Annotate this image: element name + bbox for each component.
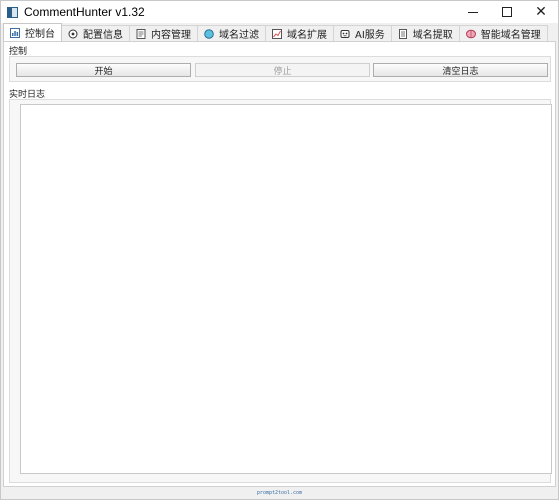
tab-domain-expand[interactable]: 域名扩展 — [265, 25, 334, 41]
tab-smart-domain[interactable]: 智能域名管理 — [458, 25, 548, 41]
tab-label: 域名提取 — [412, 30, 453, 41]
app-window: CommentHunter v1.32 ✕ 控制台 配置信息 内容管理 域名过滤… — [0, 0, 559, 500]
chart-icon — [272, 28, 282, 39]
title-bar[interactable]: CommentHunter v1.32 ✕ — [1, 1, 558, 23]
log-textarea[interactable] — [20, 104, 552, 474]
tab-label: 智能域名管理 — [480, 30, 541, 41]
tab-ai-service[interactable]: AI服务 — [333, 25, 392, 41]
stop-button[interactable]: 停止 — [195, 63, 370, 77]
console-panel: 控制 开始 停止 清空日志 实时日志 — [3, 41, 556, 487]
status-bar: prompt2tool.com — [1, 487, 558, 499]
control-group: 开始 停止 清空日志 — [9, 56, 551, 82]
tab-label: 控制台 — [25, 29, 55, 40]
tab-label: AI服务 — [355, 30, 385, 41]
maximize-icon — [502, 7, 512, 17]
tab-content[interactable]: 内容管理 — [129, 25, 198, 41]
globe-icon — [204, 28, 214, 39]
tab-label: 内容管理 — [151, 30, 191, 41]
tab-label: 域名扩展 — [287, 30, 327, 41]
tab-label: 域名过滤 — [219, 30, 259, 41]
dashboard-icon — [10, 27, 20, 38]
robot-icon — [340, 29, 350, 39]
minimize-icon — [468, 11, 478, 13]
tab-domain-extract[interactable]: 域名提取 — [390, 25, 460, 41]
tab-console[interactable]: 控制台 — [3, 23, 62, 41]
tab-label: 配置信息 — [83, 30, 123, 41]
clear-log-button[interactable]: 清空日志 — [373, 63, 548, 77]
status-text: prompt2tool.com — [256, 490, 303, 496]
start-button[interactable]: 开始 — [16, 63, 191, 77]
close-button[interactable]: ✕ — [524, 1, 558, 23]
close-icon: ✕ — [535, 4, 547, 20]
tab-config[interactable]: 配置信息 — [61, 25, 130, 41]
maximize-button[interactable] — [490, 1, 524, 23]
window-controls: ✕ — [456, 1, 558, 23]
log-group — [9, 99, 552, 483]
brain-icon — [465, 29, 476, 39]
tab-domain-filter[interactable]: 域名过滤 — [197, 25, 266, 41]
minimize-button[interactable] — [456, 1, 490, 23]
document-icon — [136, 28, 146, 39]
window-title: CommentHunter v1.32 — [24, 5, 145, 19]
tab-bar: 控制台 配置信息 内容管理 域名过滤 域名扩展 AI服务 域名提取 智能域名管理 — [3, 23, 548, 41]
app-icon — [7, 6, 18, 18]
gear-icon — [68, 29, 78, 39]
extract-icon — [398, 28, 408, 39]
